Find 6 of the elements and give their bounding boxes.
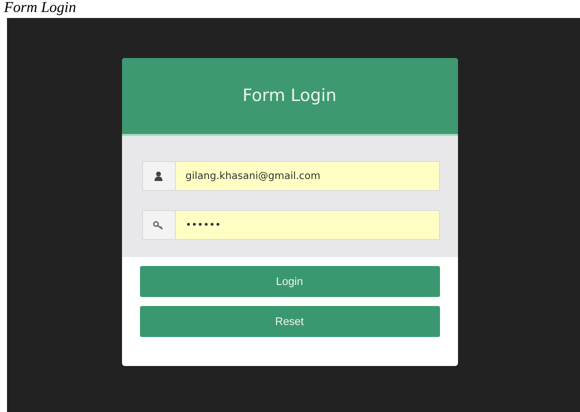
figure-caption: Form Login: [3, 0, 78, 18]
email-field[interactable]: gilang.khasani@gmail.com: [176, 161, 440, 191]
password-field[interactable]: ••••••: [176, 210, 440, 240]
form-title: Form Login: [242, 86, 337, 106]
key-icon: [153, 220, 164, 230]
user-icon: [154, 171, 163, 181]
